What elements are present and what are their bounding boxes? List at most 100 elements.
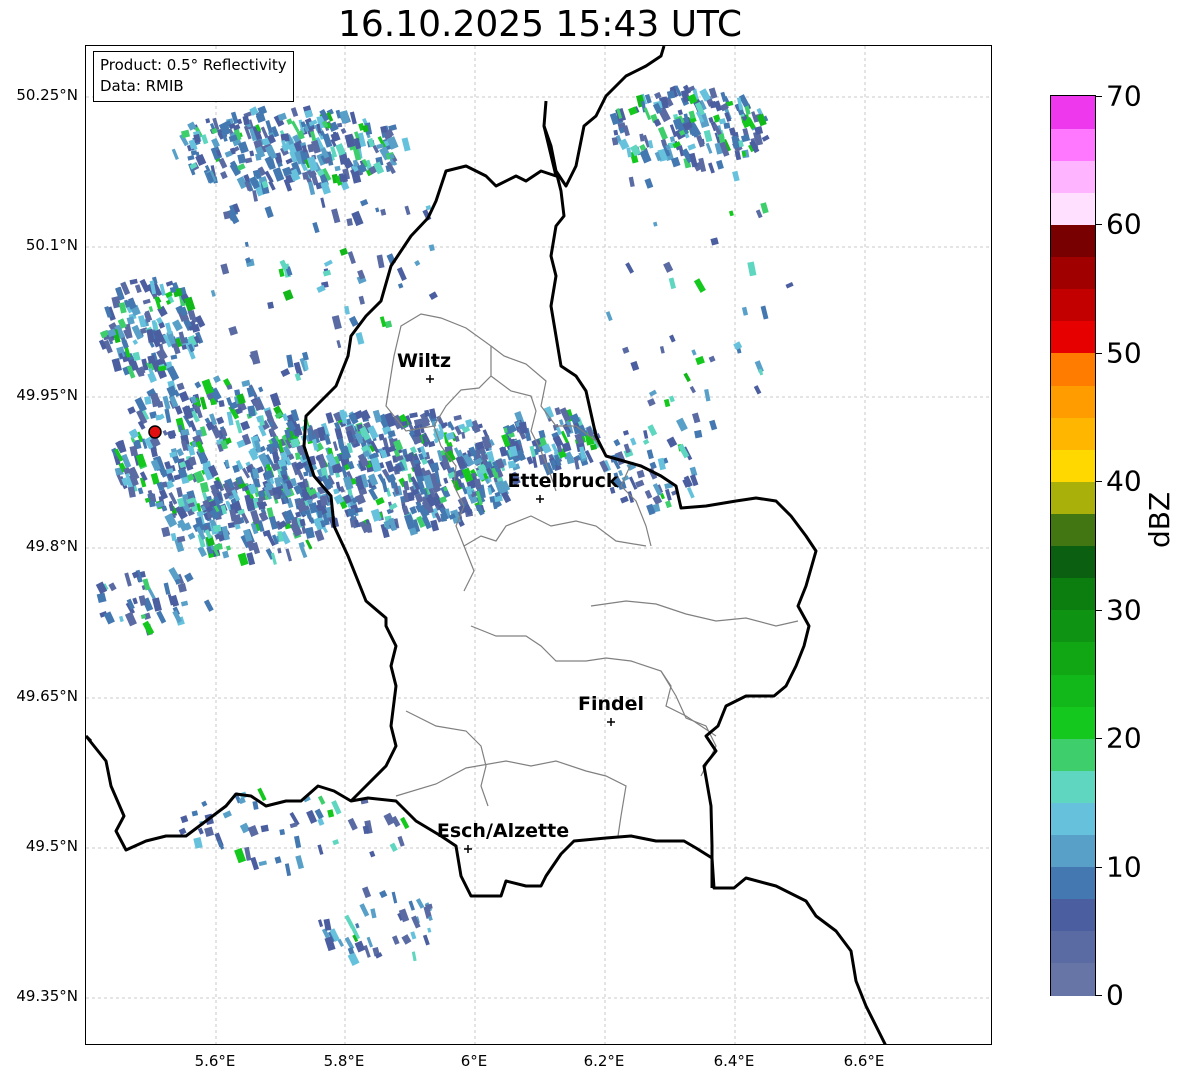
echo-cell: [124, 572, 132, 587]
city-label-ettelbruck: Ettelbruck: [507, 470, 619, 492]
echo-cell: [389, 842, 398, 852]
echo-cell: [339, 110, 351, 124]
echo-cell: [379, 889, 388, 899]
echo-cell: [692, 412, 701, 424]
echo-cell: [286, 118, 293, 125]
echo-cell: [286, 354, 294, 368]
echo-cell: [144, 396, 152, 405]
echo-cell: [332, 839, 340, 846]
echo-cell: [663, 398, 671, 408]
echo-cell: [199, 396, 208, 410]
echo-cell: [171, 148, 179, 160]
echo-cell: [132, 597, 138, 605]
echo-cell: [361, 886, 372, 899]
lon-label: 6.6°E: [843, 1052, 885, 1070]
echo-cell: [360, 198, 369, 207]
lon-label: 6.2°E: [583, 1052, 625, 1070]
echo-cell: [237, 153, 247, 164]
echo-cell: [649, 461, 657, 470]
echo-cell: [646, 449, 654, 460]
echo-cell: [177, 583, 187, 593]
canton-borders: [385, 313, 799, 837]
echo-cell: [140, 614, 147, 620]
echo-cell: [359, 903, 370, 917]
echo-cell: [124, 611, 137, 627]
echo-cell: [323, 259, 333, 267]
city-marker: [464, 845, 472, 853]
data-source-label: Data: RMIB: [100, 77, 184, 95]
lat-label: 49.65°N: [16, 687, 78, 705]
canton-border-luxembourg: [470, 625, 717, 737]
echo-cell: [211, 137, 220, 149]
colorbar-segment: [1051, 577, 1095, 611]
echo-cell: [191, 810, 199, 817]
echo-cell: [443, 477, 449, 484]
echo-cell: [128, 428, 140, 440]
echo-cell: [258, 860, 268, 867]
echo-cell: [344, 914, 355, 929]
lat-label: 49.35°N: [16, 987, 78, 1005]
france-belgium-border: [86, 734, 93, 743]
echo-cell: [647, 424, 658, 437]
echo-cell: [289, 822, 298, 829]
echo-cell: [358, 295, 365, 305]
city-label-findel: Findel: [577, 693, 645, 715]
echo-cell: [197, 545, 207, 558]
echo-cell: [187, 532, 196, 540]
echo-cell: [375, 207, 380, 213]
echo-cell: [317, 795, 326, 805]
echo-cell: [129, 278, 138, 285]
echo-cell: [303, 471, 309, 477]
echo-cell: [332, 441, 339, 452]
colorbar-tick-mark: [1096, 866, 1102, 868]
colorbar-tick-label: 30: [1106, 593, 1142, 627]
echo-cell: [176, 486, 184, 498]
echo-cell: [225, 500, 230, 506]
echo-cell: [642, 438, 650, 445]
echo-cell: [172, 319, 183, 332]
colorbar-segment: [1051, 449, 1095, 482]
echo-cell: [401, 934, 412, 945]
lat-label: 50.1°N: [25, 236, 78, 254]
echo-cell: [753, 385, 762, 395]
lon-label: 5.6°E: [194, 1052, 236, 1070]
echo-cell: [428, 244, 435, 252]
echo-cell: [309, 517, 315, 524]
echo-cell: [95, 581, 108, 595]
echo-cell: [274, 152, 283, 164]
echo-cell: [657, 126, 668, 141]
echo-cell: [236, 118, 243, 125]
colorbar-segment: [1051, 866, 1095, 900]
echo-cell: [397, 835, 405, 847]
echo-cell: [187, 155, 195, 161]
echo-cell: [176, 382, 185, 391]
echo-cell: [383, 812, 395, 826]
echo-cell: [216, 416, 225, 425]
echo-cell: [164, 408, 172, 424]
colorbar-segment: [1051, 962, 1095, 996]
echo-cell: [613, 129, 619, 136]
echo-cell: [760, 305, 769, 320]
echo-cell: [346, 218, 353, 227]
echo-cell: [201, 378, 214, 395]
echo-cell: [127, 406, 136, 415]
colorbar-segment: [1051, 128, 1095, 161]
echo-cell: [643, 107, 652, 121]
colorbar-tick-label: 40: [1106, 464, 1142, 498]
echo-cell: [625, 262, 635, 274]
colorbar-tick-label: 0: [1106, 978, 1124, 1012]
echo-cell: [265, 120, 273, 134]
echo-cell: [639, 149, 652, 164]
echo-cell: [148, 306, 154, 313]
radar-map[interactable]: [85, 45, 992, 1045]
echo-cell: [430, 462, 440, 472]
echo-cell: [250, 350, 261, 365]
echo-cell: [178, 827, 187, 836]
echo-cell: [142, 620, 155, 636]
map-title: 16.10.2025 15:43 UTC: [337, 4, 743, 45]
echo-cell: [647, 398, 656, 407]
echo-cell: [589, 443, 598, 451]
colorbar-segment: [1051, 770, 1095, 803]
colorbar-tick-mark: [1096, 738, 1102, 740]
echo-cell: [222, 550, 230, 559]
